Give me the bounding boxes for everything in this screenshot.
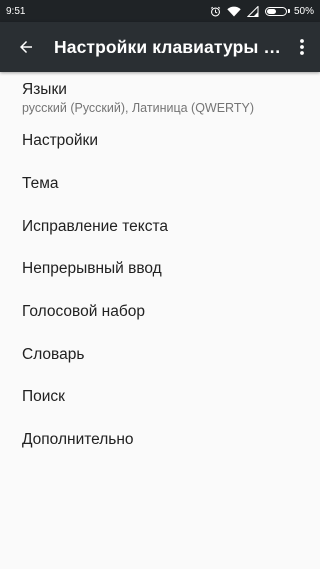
alarm-icon [210, 6, 221, 17]
back-button[interactable] [14, 35, 38, 59]
overflow-menu-button[interactable] [292, 35, 312, 59]
status-time: 9:51 [6, 5, 26, 17]
languages-subtitle: русский (Русский), Латиница (QWERTY) [22, 101, 254, 115]
settings-item-languages[interactable]: Языки русский (Русский), Латиница (QWERT… [0, 76, 320, 120]
battery-fill [266, 8, 276, 14]
settings-item-label: Тема [22, 175, 59, 193]
settings-item-label: Голосовой набор [22, 303, 145, 321]
settings-item-label: Исправление текста [22, 217, 169, 235]
settings-list: Языки русский (Русский), Латиница (QWERT… [0, 72, 320, 462]
settings-item-dictionary[interactable]: Словарь [0, 333, 320, 376]
settings-item-label: Дополнительно [22, 431, 134, 449]
settings-item-advanced[interactable]: Дополнительно [0, 419, 320, 462]
settings-item-preferences[interactable]: Настройки [0, 120, 320, 163]
battery-percent: 50% [293, 5, 314, 17]
settings-item-label: Словарь [22, 345, 85, 363]
page-title: Настройки клавиатуры G… [54, 36, 292, 57]
settings-item-label: Поиск [22, 388, 65, 406]
arrow-back-icon [20, 41, 32, 53]
settings-item-label: Настройки [22, 132, 99, 150]
settings-item-voice-typing[interactable]: Голосовой набор [0, 291, 320, 334]
signal-icon [246, 5, 259, 17]
more-vert-icon [300, 39, 304, 55]
settings-item-text-correction[interactable]: Исправление текста [0, 205, 320, 248]
status-bar: 9:51 50% [0, 0, 320, 22]
languages-title: Языки [22, 81, 67, 98]
settings-item-theme[interactable]: Тема [0, 163, 320, 206]
settings-item-gesture-typing[interactable]: Непрерывный ввод [0, 248, 320, 291]
app-toolbar: Настройки клавиатуры G… [0, 22, 320, 72]
battery-icon: 50% [264, 5, 314, 17]
settings-item-search[interactable]: Поиск [0, 376, 320, 419]
settings-item-label: Непрерывный ввод [22, 260, 162, 278]
wifi-icon [227, 6, 241, 17]
